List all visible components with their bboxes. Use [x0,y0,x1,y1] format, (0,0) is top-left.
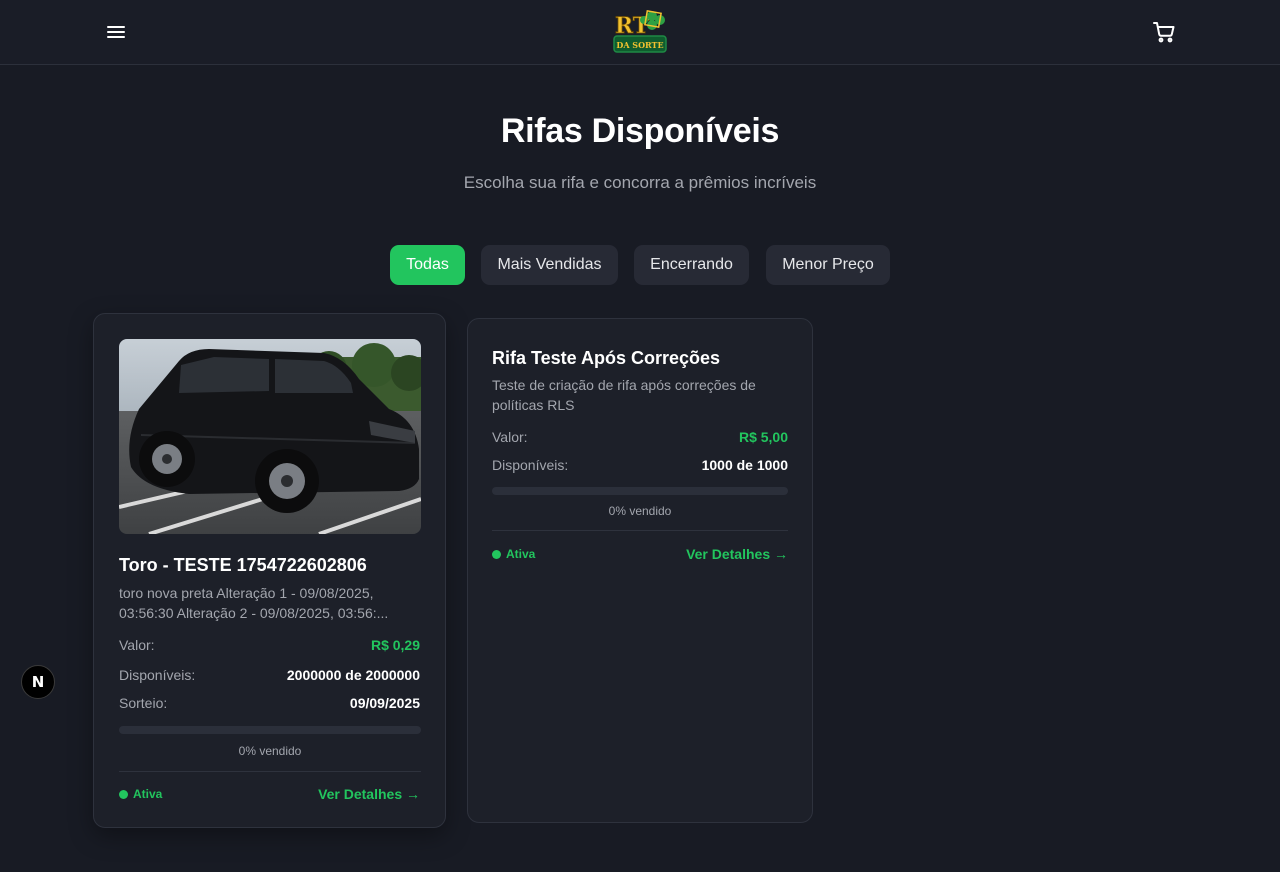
raffle-description: Teste de criação de rifa após correções … [492,377,756,413]
available-count: 2000000 de 2000000 [286,667,420,683]
draw-label: Sorteio: [119,695,168,711]
value-amount: R$ 5,00 [738,429,788,445]
status-text: Ativa [133,787,163,801]
nextjs-dev-badge[interactable]: N [21,665,55,699]
site-logo[interactable]: RT DA SORTE [608,6,672,58]
value-label: Valor: [492,429,528,445]
filter-encerrando[interactable]: Encerrando [634,245,749,285]
raffle-image [119,339,421,534]
filter-mais-vendidas[interactable]: Mais Vendidas [481,245,618,285]
available-count: 1000 de 1000 [701,457,788,473]
raffle-description: toro nova preta Alteração 1 - 09/08/2025… [119,585,389,621]
top-navbar: RT DA SORTE [0,0,1280,65]
card-divider [492,530,788,531]
filter-tabs: Todas Mais Vendidas Encerrando Menor Pre… [0,245,1280,285]
card-divider [119,771,421,772]
value-label: Valor: [119,637,155,653]
page-title: Rifas Disponíveis [500,112,780,150]
status-text: Ativa [506,547,536,561]
status-badge: Ativa [492,547,535,561]
value-amount: R$ 0,29 [370,637,420,653]
raffle-card[interactable]: Rifa Teste Após Correções Teste de criaç… [467,318,813,823]
progress-text: 0% vendido [608,504,672,518]
draw-date: 09/09/2025 [349,695,420,711]
status-dot-icon [492,549,501,559]
view-details-link[interactable]: Ver Detalhes → [318,786,420,802]
hamburger-menu-icon[interactable] [104,20,128,44]
n-logo-icon: N [32,673,45,691]
sales-progress-bar [119,726,421,734]
raffle-title: Rifa Teste Após Correções [492,348,721,368]
status-dot-icon [119,789,128,799]
view-details-link[interactable]: Ver Detalhes → [686,546,788,562]
available-label: Disponíveis: [119,667,196,683]
filter-todas[interactable]: Todas [390,245,465,285]
shopping-cart-icon[interactable] [1152,20,1176,44]
progress-text: 0% vendido [238,744,302,758]
status-badge: Ativa [119,787,162,801]
sales-progress-bar [492,487,788,495]
available-label: Disponíveis: [492,457,569,473]
raffle-title: Toro - TESTE 1754722602806 [119,555,367,575]
logo-text-bottom: DA SORTE [616,40,663,50]
page-subtitle: Escolha sua rifa e concorra a prêmios in… [463,173,817,192]
raffle-card[interactable]: Toro - TESTE 1754722602806 toro nova pre… [93,313,446,828]
svg-text:N: N [32,673,45,691]
filter-menor-preco[interactable]: Menor Preço [766,245,890,285]
